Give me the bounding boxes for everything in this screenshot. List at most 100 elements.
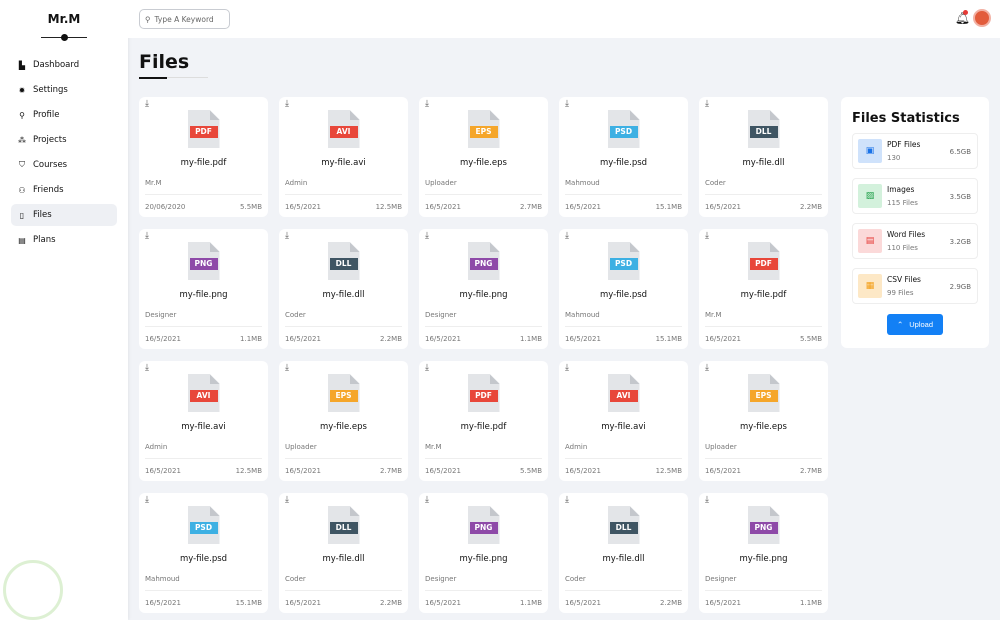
file-owner: Designer — [425, 575, 457, 583]
file-fold — [489, 506, 500, 516]
file-fold — [349, 110, 360, 120]
file-size: 1.1MB — [520, 599, 542, 607]
stat-size: 6.5GB — [949, 148, 971, 156]
file-card[interactable]: ⤓ AVI my-file.avi Admin 16/5/2021 12.5MB — [139, 361, 268, 481]
sidebar-item-dashboard[interactable]: ▙ Dashboard — [11, 54, 117, 76]
download-icon[interactable]: ⤓ — [145, 231, 149, 241]
file-card[interactable]: ⤓ PNG my-file.png Designer 16/5/2021 1.1… — [419, 229, 548, 349]
file-card[interactable]: ⤓ DLL my-file.dll Coder 16/5/2021 2.2MB — [699, 97, 828, 217]
download-icon[interactable]: ⤓ — [425, 495, 429, 505]
sidebar-item-projects[interactable]: ⁂ Projects — [11, 129, 117, 151]
file-type-badge: DLL — [749, 126, 778, 138]
file-type-icon: ▨ — [858, 184, 882, 208]
file-fold — [209, 110, 220, 120]
file-name: my-file.png — [179, 290, 228, 300]
file-date: 16/5/2021 — [285, 599, 321, 607]
sidebar-item-plans[interactable]: ▤ Plans — [11, 229, 117, 251]
file-card[interactable]: ⤓ PNG my-file.png Designer 16/5/2021 1.1… — [419, 493, 548, 613]
chart-icon: ▙ — [18, 60, 26, 70]
file-size: 12.5MB — [235, 467, 262, 475]
sidebar-item-courses[interactable]: ⛉ Courses — [11, 154, 117, 176]
sidebar-item-label: Dashboard — [33, 60, 80, 70]
file-name: my-file.avi — [321, 158, 366, 168]
file-card[interactable]: ⤓ PNG my-file.png Designer 16/5/2021 1.1… — [139, 229, 268, 349]
file-name: my-file.pdf — [740, 290, 787, 300]
download-icon[interactable]: ⤓ — [425, 231, 429, 241]
file-owner: Mahmoud — [145, 575, 180, 583]
file-owner: Uploader — [705, 443, 737, 451]
download-icon[interactable]: ⤓ — [425, 99, 429, 109]
brand-name: Mr.M — [47, 12, 81, 26]
file-fold — [209, 374, 220, 384]
file-card[interactable]: ⤓ AVI my-file.avi Admin 16/5/2021 12.5MB — [559, 361, 688, 481]
file-fold — [629, 374, 640, 384]
topbar: ⚲ Type A Keyword 🔔︎ — [128, 0, 1000, 38]
download-icon[interactable]: ⤓ — [285, 495, 289, 505]
stat-size: 3.5GB — [949, 193, 971, 201]
file-date: 16/5/2021 — [425, 203, 461, 211]
file-card[interactable]: ⤓ DLL my-file.dll Coder 16/5/2021 2.2MB — [279, 493, 408, 613]
download-icon[interactable]: ⤓ — [565, 231, 569, 241]
search-input[interactable]: ⚲ Type A Keyword — [139, 9, 230, 29]
file-card[interactable]: ⤓ EPS my-file.eps Uploader 16/5/2021 2.7… — [419, 97, 548, 217]
sidebar-item-label: Files — [33, 210, 52, 220]
download-icon[interactable]: ⤓ — [705, 495, 709, 505]
sidebar-item-files[interactable]: ▯ Files — [11, 204, 117, 226]
divider — [145, 326, 262, 327]
sidebar-item-label: Friends — [33, 185, 64, 195]
download-icon[interactable]: ⤓ — [565, 495, 569, 505]
sidebar-item-settings[interactable]: ✹ Settings — [11, 79, 117, 101]
file-card[interactable]: ⤓ PNG my-file.png Designer 16/5/2021 1.1… — [699, 493, 828, 613]
file-size: 5.5MB — [800, 335, 822, 343]
file-date: 16/5/2021 — [705, 335, 741, 343]
download-icon[interactable]: ⤓ — [705, 99, 709, 109]
file-card[interactable]: ⤓ PDF my-file.pdf Mr.M 16/5/2021 5.5MB — [699, 229, 828, 349]
file-date: 16/5/2021 — [565, 467, 601, 475]
file-size: 2.2MB — [800, 203, 822, 211]
download-icon[interactable]: ⤓ — [145, 99, 149, 109]
stat-size: 3.2GB — [949, 238, 971, 246]
upload-button[interactable]: ⌃ Upload — [887, 314, 943, 335]
download-icon[interactable]: ⤓ — [705, 363, 709, 373]
download-icon[interactable]: ⤓ — [285, 363, 289, 373]
sidebar-item-friends[interactable]: ⚇ Friends — [11, 179, 117, 201]
download-icon[interactable]: ⤓ — [565, 99, 569, 109]
file-date: 16/5/2021 — [285, 467, 321, 475]
file-card[interactable]: ⤓ PDF my-file.pdf Mr.M 20/06/2020 5.5MB — [139, 97, 268, 217]
file-size: 5.5MB — [240, 203, 262, 211]
file-card[interactable]: ⤓ EPS my-file.eps Uploader 16/5/2021 2.7… — [279, 361, 408, 481]
divider — [705, 194, 822, 195]
file-type-badge: EPS — [469, 126, 498, 138]
chevrons-up-icon: ⌃ — [896, 320, 904, 329]
file-date: 16/5/2021 — [565, 335, 601, 343]
download-icon[interactable]: ⤓ — [145, 363, 149, 373]
divider — [425, 458, 542, 459]
file-card[interactable]: ⤓ PSD my-file.psd Mahmoud 16/5/2021 15.1… — [139, 493, 268, 613]
file-card[interactable]: ⤓ PSD my-file.psd Mahmoud 16/5/2021 15.1… — [559, 97, 688, 217]
avatar[interactable] — [973, 9, 991, 27]
watermark-logo — [3, 560, 63, 620]
divider — [705, 326, 822, 327]
download-icon[interactable]: ⤓ — [285, 231, 289, 241]
file-size: 12.5MB — [375, 203, 402, 211]
file-owner: Designer — [705, 575, 737, 583]
file-size: 15.1MB — [655, 335, 682, 343]
file-card[interactable]: ⤓ AVI my-file.avi Admin 16/5/2021 12.5MB — [279, 97, 408, 217]
file-owner: Uploader — [425, 179, 457, 187]
user-icon: ⚲ — [19, 110, 25, 120]
download-icon[interactable]: ⤓ — [705, 231, 709, 241]
sidebar-item-profile[interactable]: ⚲ Profile — [11, 104, 117, 126]
file-fold — [209, 242, 220, 252]
file-card[interactable]: ⤓ EPS my-file.eps Uploader 16/5/2021 2.7… — [699, 361, 828, 481]
file-card[interactable]: ⤓ DLL my-file.dll Coder 16/5/2021 2.2MB — [279, 229, 408, 349]
file-card[interactable]: ⤓ DLL my-file.dll Coder 16/5/2021 2.2MB — [559, 493, 688, 613]
download-icon[interactable]: ⤓ — [285, 99, 289, 109]
download-icon[interactable]: ⤓ — [565, 363, 569, 373]
file-card[interactable]: ⤓ PSD my-file.psd Mahmoud 16/5/2021 15.1… — [559, 229, 688, 349]
download-icon[interactable]: ⤓ — [145, 495, 149, 505]
file-size: 15.1MB — [655, 203, 682, 211]
file-card[interactable]: ⤓ PDF my-file.pdf Mr.M 16/5/2021 5.5MB — [419, 361, 548, 481]
download-icon[interactable]: ⤓ — [425, 363, 429, 373]
file-owner: Coder — [705, 179, 726, 187]
file-name: my-file.eps — [740, 422, 787, 432]
